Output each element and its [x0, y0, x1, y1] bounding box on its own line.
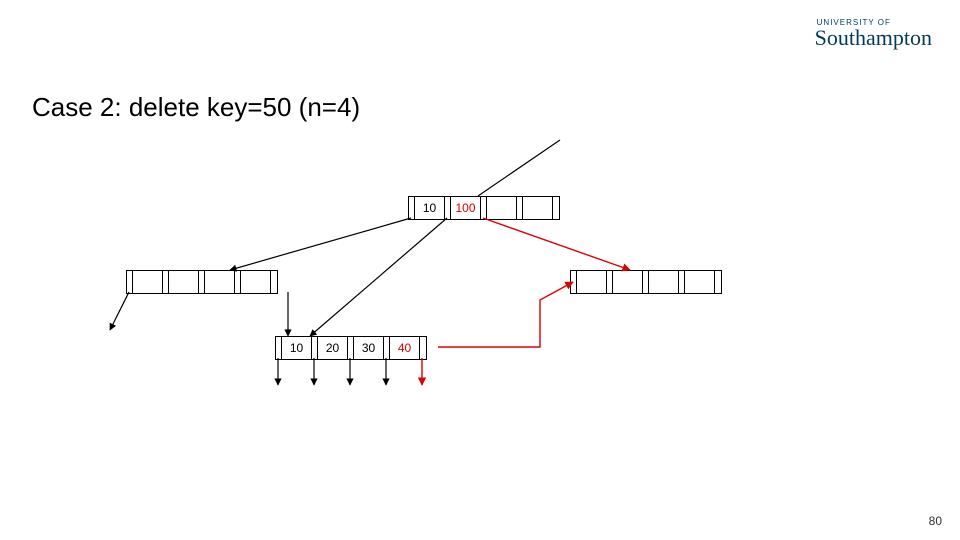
- btree-leaf-node: 10 20 30 40: [275, 336, 427, 360]
- btree-root-node: 10 100: [408, 196, 560, 220]
- right-child-key-1: [613, 271, 643, 293]
- logo-big-text: Southampton: [815, 27, 932, 49]
- root-key-1: 100: [451, 197, 481, 219]
- leaf-key-1: 20: [318, 337, 348, 359]
- btree-left-child: [126, 270, 278, 294]
- leaf-key-3: 40: [390, 337, 420, 359]
- left-child-key-2: [205, 271, 235, 293]
- leaf-key-2: 30: [354, 337, 384, 359]
- root-key-3: [523, 197, 553, 219]
- left-child-key-3: [241, 271, 271, 293]
- root-key-0: 10: [415, 197, 445, 219]
- btree-right-child: [570, 270, 722, 294]
- university-logo: UNIVERSITY OF Southampton: [815, 18, 932, 49]
- root-key-2: [487, 197, 517, 219]
- right-child-key-0: [577, 271, 607, 293]
- right-child-key-2: [649, 271, 679, 293]
- leaf-key-0: 10: [282, 337, 312, 359]
- left-child-key-1: [169, 271, 199, 293]
- right-child-key-3: [685, 271, 715, 293]
- slide-title: Case 2: delete key=50 (n=4): [32, 92, 360, 123]
- left-child-key-0: [133, 271, 163, 293]
- page-number: 80: [929, 514, 942, 528]
